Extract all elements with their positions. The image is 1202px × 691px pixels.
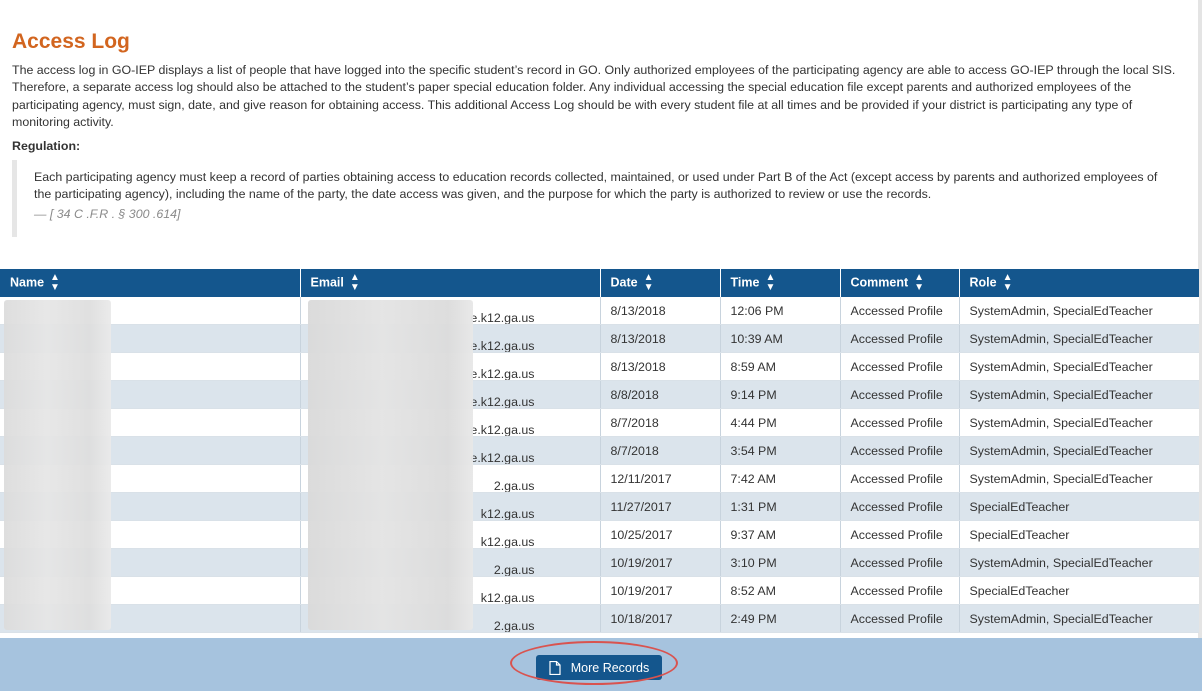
cell-role: SystemAdmin, SpecialEdTeacher [959,436,1199,465]
table-row: e.k12.ga.us 8/7/2018 4:44 PM Accessed Profi… [0,408,1199,437]
cell-email-text: e.k12.ga.us [470,394,535,409]
cell-role: SpecialEdTeacher [959,492,1199,521]
table-row: e.k12.ga.us 8/13/2018 8:59 AM Accessed Prof… [0,352,1199,381]
sort-icon[interactable]: ▲︎ ▼︎ [914,273,924,293]
cell-time: 8:59 AM [720,352,841,381]
cell-role: SystemAdmin, SpecialEdTeacher [959,408,1199,437]
table-row: e.k12.ga.us 8/8/2018 9:14 PM Accessed Profi… [0,380,1199,409]
column-header-role[interactable]: Role ▲︎ ▼︎ [959,269,1199,297]
cell-date: 10/19/2017 [600,576,721,605]
column-header-time[interactable]: Time ▲︎ ▼︎ [720,269,841,297]
table-row: 2.ga.us 10/19/2017 3:10 PM Accessed Profile… [0,548,1199,577]
cell-time: 3:10 PM [720,548,841,577]
redacted-emails-blur [308,300,473,630]
cell-role: SystemAdmin, SpecialEdTeacher [959,297,1199,325]
column-header-name[interactable]: Name ▲︎ ▼︎ [0,269,301,297]
sort-icon[interactable]: ▲︎ ▼︎ [1003,273,1013,293]
cell-role: SystemAdmin, SpecialEdTeacher [959,380,1199,409]
cell-date: 8/7/2018 [600,436,721,465]
table-row: e.k12.ga.us 8/13/2018 10:39 AM Accessed Pro… [0,324,1199,353]
more-records-label: More Records [570,660,650,675]
cell-date: 11/27/2017 [600,492,721,521]
cell-role: SystemAdmin, SpecialEdTeacher [959,464,1199,493]
cell-email-text: 2.ga.us [493,618,535,633]
sort-icon[interactable]: ▲︎ ▼︎ [644,273,654,293]
cell-time: 9:14 PM [720,380,841,409]
regulation-blockquote: Each participating agency must keep a re… [12,160,1175,237]
column-header-comment[interactable]: Comment ▲︎ ▼︎ [840,269,960,297]
more-records-button[interactable]: More Records [536,655,662,680]
cell-time: 12:06 PM [720,297,841,325]
cell-comment: Accessed Profile [840,464,960,493]
cell-time: 10:39 AM [720,324,841,353]
cell-time: 8:52 AM [720,576,841,605]
cell-email-text: 2.ga.us [493,562,535,577]
regulation-label: Regulation: [12,139,81,153]
cell-role: SpecialEdTeacher [959,520,1199,549]
cell-comment: Accessed Profile [840,380,960,409]
cell-time: 9:37 AM [720,520,841,549]
table-row: 2.ga.us 12/11/2017 7:42 AM Accessed Profile… [0,464,1199,493]
cell-comment: Accessed Profile [840,436,960,465]
regulation-text: Each participating agency must keep a re… [34,170,1158,202]
cell-comment: Accessed Profile [840,324,960,353]
page-title: Access Log [12,30,130,53]
table-row: e.k12.ga.us 8/7/2018 3:54 PM Accessed Profi… [0,436,1199,465]
cell-date: 8/13/2018 [600,297,721,325]
table-row: 2.ga.us 10/18/2017 2:49 PM Accessed Profile… [0,604,1199,633]
cell-role: SystemAdmin, SpecialEdTeacher [959,324,1199,353]
column-header-email[interactable]: Email ▲︎ ▼︎ [300,269,601,297]
access-log-table: Name ▲︎ ▼︎ Email ▲︎ ▼︎ Date ▲︎ ▼︎ Time ▲︎ ▼︎ Com… [0,269,1199,633]
cell-email-text: e.k12.ga.us [470,422,535,437]
cell-comment: Accessed Profile [840,408,960,437]
sort-icon[interactable]: ▲︎ ▼︎ [765,273,775,293]
sort-icon[interactable]: ▲︎ ▼︎ [350,273,360,293]
cell-date: 8/7/2018 [600,408,721,437]
cell-email-text: e.k12.ga.us [470,338,535,353]
redacted-names-blur [4,300,111,630]
table-row: e.k12.ga.us 8/13/2018 12:06 PM Accessed Pro… [0,297,1199,325]
cell-role: SystemAdmin, SpecialEdTeacher [959,548,1199,577]
cell-time: 3:54 PM [720,436,841,465]
cell-comment: Accessed Profile [840,548,960,577]
cell-role: SystemAdmin, SpecialEdTeacher [959,604,1199,633]
regulation-citation: — [ 34 C .F.R . § 300 .614] [34,206,181,221]
table-row: k12.ga.us 10/19/2017 8:52 AM Accessed Profi… [0,576,1199,605]
cell-time: 7:42 AM [720,464,841,493]
cell-date: 8/8/2018 [600,380,721,409]
table-row: k12.ga.us 10/25/2017 9:37 AM Accessed Profi… [0,520,1199,549]
cell-comment: Accessed Profile [840,297,960,325]
cell-email-text: k12.ga.us [480,506,535,521]
cell-date: 8/13/2018 [600,352,721,381]
cell-role: SpecialEdTeacher [959,576,1199,605]
table-row: k12.ga.us 11/27/2017 1:31 PM Accessed Profi… [0,492,1199,521]
cell-date: 10/25/2017 [600,520,721,549]
sort-icon[interactable]: ▲︎ ▼︎ [50,273,60,293]
column-header-date[interactable]: Date ▲︎ ▼︎ [600,269,721,297]
cell-time: 4:44 PM [720,408,841,437]
cell-date: 10/18/2017 [600,604,721,633]
cell-email-text: k12.ga.us [480,590,535,605]
cell-email-text: k12.ga.us [480,534,535,549]
document-icon [549,660,561,675]
table-header-row: Name ▲︎ ▼︎ Email ▲︎ ▼︎ Date ▲︎ ▼︎ Time ▲︎ ▼︎ Com… [0,269,1199,297]
cell-role: SystemAdmin, SpecialEdTeacher [959,352,1199,381]
cell-email-text: e.k12.ga.us [470,450,535,465]
cell-comment: Accessed Profile [840,520,960,549]
cell-comment: Accessed Profile [840,576,960,605]
cell-time: 2:49 PM [720,604,841,633]
cell-email-text: 2.ga.us [493,478,535,493]
cell-time: 1:31 PM [720,492,841,521]
cell-comment: Accessed Profile [840,604,960,633]
cell-date: 8/13/2018 [600,324,721,353]
cell-email-text: e.k12.ga.us [470,366,535,381]
cell-date: 12/11/2017 [600,464,721,493]
cell-comment: Accessed Profile [840,492,960,521]
cell-email-text: e.k12.ga.us [470,310,535,325]
cell-date: 10/19/2017 [600,548,721,577]
cell-comment: Accessed Profile [840,352,960,381]
intro-paragraph: The access log in GO-IEP displays a list… [12,63,1176,129]
